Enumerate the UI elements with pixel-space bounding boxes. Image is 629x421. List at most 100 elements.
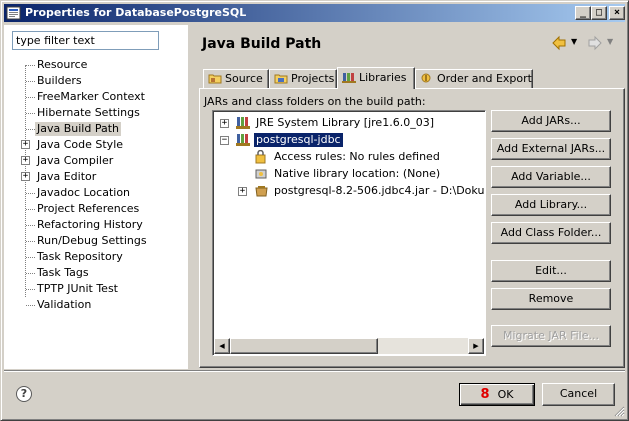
sidebar-item-task-repository[interactable]: Task Repository [4, 249, 188, 265]
footer-separator [4, 370, 625, 372]
back-dropdown-icon[interactable]: ▼ [571, 37, 577, 46]
tab-libraries[interactable]: Libraries [337, 67, 415, 89]
tree-connector [26, 273, 35, 274]
expand-icon[interactable]: + [21, 156, 30, 165]
sidebar-item-label: Task Tags [37, 266, 89, 279]
sidebar-item-run-debug-settings[interactable]: Run/Debug Settings [4, 233, 188, 249]
scroll-thumb[interactable] [230, 338, 378, 354]
filter-input[interactable] [12, 31, 159, 50]
add-external-jars-button[interactable]: Add External JARs... [491, 138, 611, 160]
page-title: Java Build Path [202, 36, 322, 52]
tree-connector [26, 81, 35, 82]
window-title: Properties for DatabasePostgreSQL [25, 6, 247, 19]
sidebar-item-label: Java Code Style [37, 138, 124, 151]
sidebar-item-java-compiler[interactable]: + Java Compiler [4, 153, 188, 169]
tree-item-label: JRE System Library [jre1.6.0_03] [256, 116, 434, 129]
sidebar-item-freemarker-context[interactable]: FreeMarker Context [4, 89, 188, 105]
tree-item-label: postgresql-8.2-506.jdbc4.jar - D:\Dokume… [274, 184, 485, 197]
tab-label: Source [225, 72, 263, 85]
sidebar-item-builders[interactable]: Builders [4, 73, 188, 89]
help-icon[interactable]: ? [16, 386, 32, 402]
close-button[interactable]: × [609, 6, 625, 20]
sidebar-item-resource[interactable]: Resource [4, 57, 188, 73]
migrate-jar-file-button[interactable]: Migrate JAR File... [491, 325, 611, 347]
maximize-icon: □ [595, 7, 603, 18]
sidebar-item-label: Refactoring History [37, 218, 143, 231]
properties-window-icon [6, 6, 21, 20]
property-page-tree-pane: Resource Builders FreeMarker Context Hibern… [4, 25, 188, 369]
sidebar-item-label: TPTP JUnit Test [37, 282, 118, 295]
annotation-badge: 8 [480, 387, 490, 402]
expand-icon[interactable]: + [238, 187, 247, 196]
sidebar-item-label: Java Compiler [37, 154, 114, 167]
tree-connector [26, 65, 35, 66]
scroll-left-button[interactable]: ◀ [214, 338, 230, 354]
resize-grip-icon[interactable] [614, 406, 625, 417]
expand-icon[interactable]: + [21, 140, 30, 149]
tree-connector [26, 209, 35, 210]
sidebar-item-java-build-path[interactable]: Java Build Path [4, 121, 188, 137]
expand-icon[interactable]: + [21, 172, 30, 181]
library-icon [236, 134, 250, 146]
tree-connector [26, 241, 35, 242]
tree-connector [26, 225, 35, 226]
tree-connector [26, 193, 35, 194]
minimize-button[interactable]: _ [575, 6, 591, 20]
sidebar-item-task-tags[interactable]: Task Tags [4, 265, 188, 281]
tree-connector [26, 257, 35, 258]
tab-projects[interactable]: Projects [269, 69, 337, 88]
build-path-entries-tree[interactable]: + JRE System Library [jre1.6.0_03] − pos… [212, 110, 486, 356]
sidebar-item-label: Validation [37, 298, 92, 311]
tree-connector [26, 305, 35, 306]
sidebar-item-label: Javadoc Location [37, 186, 131, 199]
sidebar-item-label: Java Build Path [35, 122, 122, 136]
build-path-tabs: Source Projects Libraries Order and Expo… [203, 67, 623, 89]
sidebar-item-label: Run/Debug Settings [37, 234, 147, 247]
add-class-folder-button[interactable]: Add Class Folder... [491, 222, 611, 244]
properties-dialog: Properties for DatabasePostgreSQL _ □ × … [0, 0, 629, 421]
native-library-icon [255, 169, 267, 179]
sidebar-item-validation[interactable]: Validation [4, 297, 188, 313]
expand-icon[interactable]: + [220, 119, 229, 128]
add-jars-button[interactable]: Add JARs... [491, 110, 611, 132]
tree-connector [26, 97, 35, 98]
forward-dropdown-icon[interactable]: ▼ [607, 37, 613, 46]
sidebar-item-label: Project References [37, 202, 140, 215]
library-icon [236, 117, 250, 129]
ok-button[interactable]: 8 OK [459, 383, 535, 406]
tab-source[interactable]: Source [203, 69, 269, 88]
sidebar-item-javadoc-location[interactable]: Javadoc Location [4, 185, 188, 201]
forward-arrow-icon[interactable] [587, 35, 603, 51]
sidebar-item-project-references[interactable]: Project References [4, 201, 188, 217]
add-library-button[interactable]: Add Library... [491, 194, 611, 216]
tree-item-label: Native library location: (None) [274, 167, 441, 180]
libraries-icon [342, 73, 356, 83]
sidebar-item-refactoring-history[interactable]: Refactoring History [4, 217, 188, 233]
collapse-icon[interactable]: − [220, 136, 229, 145]
remove-button[interactable]: Remove [491, 288, 611, 310]
add-variable-button[interactable]: Add Variable... [491, 166, 611, 188]
tree-connector [26, 113, 35, 114]
source-folder-icon [208, 74, 222, 84]
tab-label: Projects [291, 72, 335, 85]
sidebar-item-hibernate-settings[interactable]: Hibernate Settings [4, 105, 188, 121]
horizontal-scrollbar[interactable]: ◀ ▶ [214, 338, 484, 354]
sidebar-item-java-code-style[interactable]: + Java Code Style [4, 137, 188, 153]
tab-label: Libraries [359, 71, 407, 84]
sidebar-item-label: Java Editor [37, 170, 97, 183]
maximize-button[interactable]: □ [591, 6, 607, 20]
access-rules-icon [255, 150, 266, 164]
back-arrow-icon[interactable] [551, 35, 567, 51]
title-bar[interactable]: Properties for DatabasePostgreSQL _ □ × [4, 4, 625, 22]
tab-order-and-export[interactable]: Order and Export [415, 69, 533, 88]
sidebar-item-label: Builders [37, 74, 82, 87]
sidebar-item-tptp-junit-test[interactable]: TPTP JUnit Test [4, 281, 188, 297]
sidebar-item-label: FreeMarker Context [37, 90, 145, 103]
edit-button[interactable]: Edit... [491, 260, 611, 282]
scroll-right-button[interactable]: ▶ [468, 338, 484, 354]
tab-label: Order and Export [437, 72, 532, 85]
cancel-button[interactable]: Cancel [542, 383, 615, 406]
property-page: Java Build Path ▼ ▼ Source Projects Libr… [193, 25, 626, 369]
projects-icon [274, 74, 288, 84]
sidebar-item-java-editor[interactable]: + Java Editor [4, 169, 188, 185]
